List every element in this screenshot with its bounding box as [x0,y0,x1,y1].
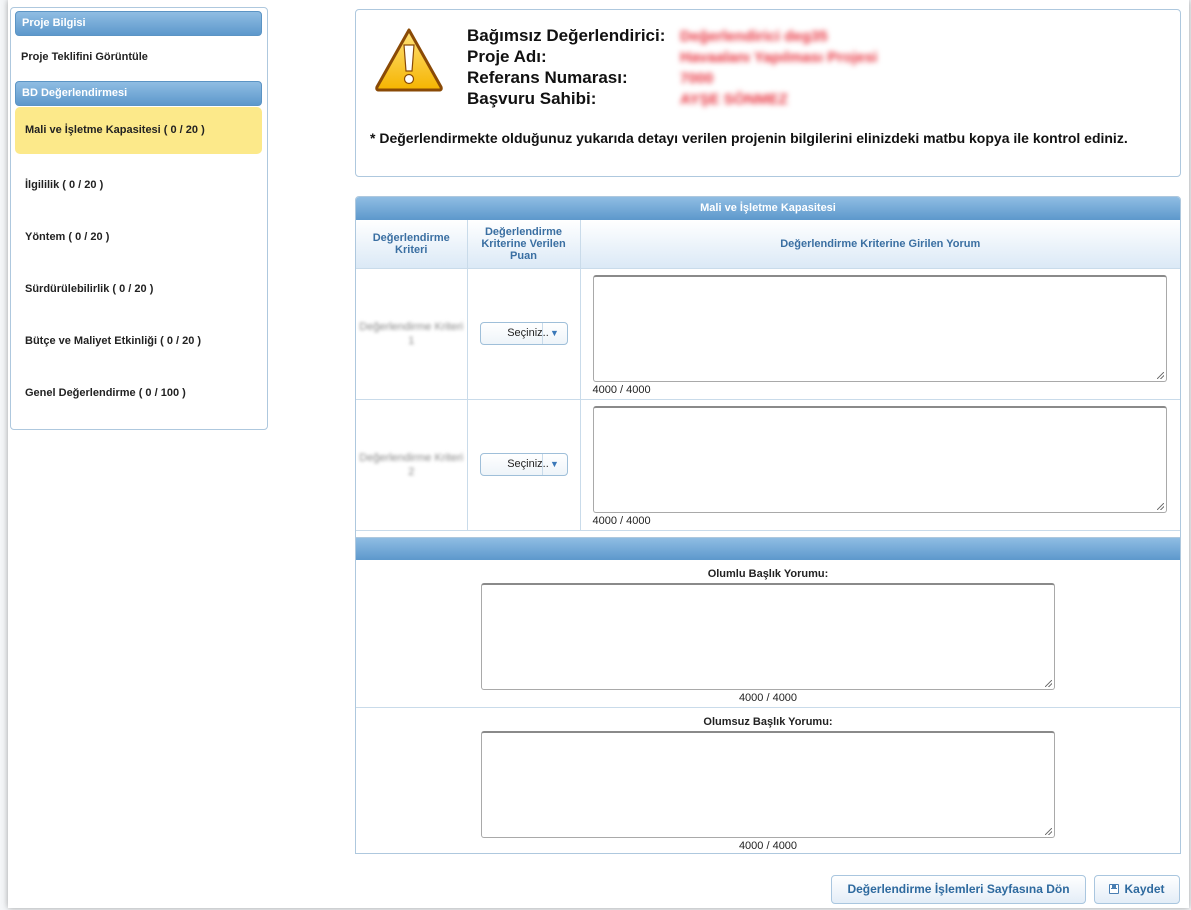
criteria-table-header: Değerlendirme Kriteri Değerlendirme Krit… [356,220,1180,269]
criteria-table: Değerlendirme Kriteri Değerlendirme Krit… [356,220,1180,531]
sidebar-header-bd-evaluation: BD Değerlendirmesi [15,81,262,106]
criteria-panel: Mali ve İşletme Kapasitesi Değerlendirme… [355,196,1181,538]
table-row: Değerlendirme Kriteri 1 Seçiniz.. ▼ 4000… [356,268,1180,400]
evaluator-label: Bağımsız Değerlendirici: [467,26,666,45]
applicant-label: Başvuru Sahibi: [467,89,597,108]
view-proposal-link[interactable]: Proje Teklifini Görüntüle [11,36,267,78]
summary-panel: Olumlu Başlık Yorumu: 4000 / 4000 Olumsu… [355,538,1181,854]
score-cell: Seçiniz.. ▼ [467,268,581,400]
info-row-reference: Referans Numarası: 7000 [467,67,877,88]
sidebar-header-project-info: Proje Bilgisi [15,11,262,36]
reference-number-value: 7000 [680,70,714,87]
score-select[interactable]: Seçiniz.. ▼ [479,453,568,476]
chevron-down-icon[interactable]: ▼ [541,323,567,344]
project-name-value: Havaalanı Yapılması Projesi [680,49,878,66]
negative-char-counter: 4000 / 4000 [738,840,798,852]
save-button-label: Kaydet [1124,882,1165,896]
table-row: Değerlendirme Kriteri 2 Seçiniz.. ▼ 4000… [356,399,1180,531]
criterion-name: Değerlendirme Kriteri 1 [356,268,468,400]
back-to-evaluations-button[interactable]: Değerlendirme İşlemleri Sayfasına Dön [831,875,1086,904]
comment-textarea[interactable] [592,405,1167,513]
sidebar-item-financial-capacity[interactable]: Mali ve İşletme Kapasitesi ( 0 / 20 ) [15,107,262,154]
main-window: Proje Bilgisi Proje Teklifini Görüntüle … [8,0,1189,908]
char-counter: 4000 / 4000 [592,514,651,527]
score-select[interactable]: Seçiniz.. ▼ [479,322,568,345]
positive-comment-section: Olumlu Başlık Yorumu: 4000 / 4000 [356,560,1180,707]
column-criterion: Değerlendirme Kriteri [356,220,468,269]
positive-comment-textarea[interactable] [481,583,1055,690]
summary-panel-header [356,538,1180,560]
sidebar-item-budget-efficiency[interactable]: Bütçe ve Maliyet Etkinliği ( 0 / 20 ) [15,315,262,367]
info-row-project: Proje Adı: Havaalanı Yapılması Projesi [467,46,877,67]
info-grid: Bağımsız Değerlendirici: Değerlendirici d… [467,25,877,109]
column-score: Değerlendirme Kriterine Verilen Puan [467,220,581,269]
sidebar-item-sustainability[interactable]: Sürdürülebilirlik ( 0 / 20 ) [15,263,262,315]
reference-number-label: Referans Numarası: [467,68,628,87]
sidebar-item-method[interactable]: Yöntem ( 0 / 20 ) [15,211,262,263]
negative-comment-textarea[interactable] [481,731,1055,838]
comment-textarea[interactable] [592,274,1167,382]
save-icon [1109,884,1120,894]
negative-comment-section: Olumsuz Başlık Yorumu: 4000 / 4000 [356,707,1180,853]
save-button[interactable]: Kaydet [1094,875,1180,904]
sidebar-item-relevance[interactable]: İlgililik ( 0 / 20 ) [15,159,262,211]
positive-char-counter: 4000 / 4000 [738,692,798,704]
comment-cell: 4000 / 4000 [580,399,1180,531]
info-row-applicant: Başvuru Sahibi: AYŞE SÖNMEZ [467,88,877,109]
negative-comment-label: Olumsuz Başlık Yorumu: [703,716,833,728]
sidebar: Proje Bilgisi Proje Teklifini Görüntüle … [10,7,268,430]
project-name-label: Proje Adı: [467,47,547,66]
info-note: * Değerlendirmekte olduğunuz yukarıda de… [370,130,1128,146]
sidebar-item-general-evaluation[interactable]: Genel Değerlendirme ( 0 / 100 ) [15,367,262,419]
evaluator-value: Değerlendirici deg35 [680,28,828,45]
warning-icon [375,28,443,92]
criteria-panel-title: Mali ve İşletme Kapasitesi [356,197,1180,220]
column-comment: Değerlendirme Kriterine Girilen Yorum [580,220,1180,269]
info-row-evaluator: Bağımsız Değerlendirici: Değerlendirici d… [467,25,877,46]
criterion-name: Değerlendirme Kriteri 2 [356,399,468,531]
char-counter: 4000 / 4000 [592,383,651,396]
applicant-value: AYŞE SÖNMEZ [680,91,788,108]
positive-comment-label: Olumlu Başlık Yorumu: [707,568,829,580]
chevron-down-icon[interactable]: ▼ [541,454,567,475]
comment-cell: 4000 / 4000 [580,268,1180,400]
project-info-box: Bağımsız Değerlendirici: Değerlendirici d… [355,9,1181,177]
score-cell: Seçiniz.. ▼ [467,399,581,531]
